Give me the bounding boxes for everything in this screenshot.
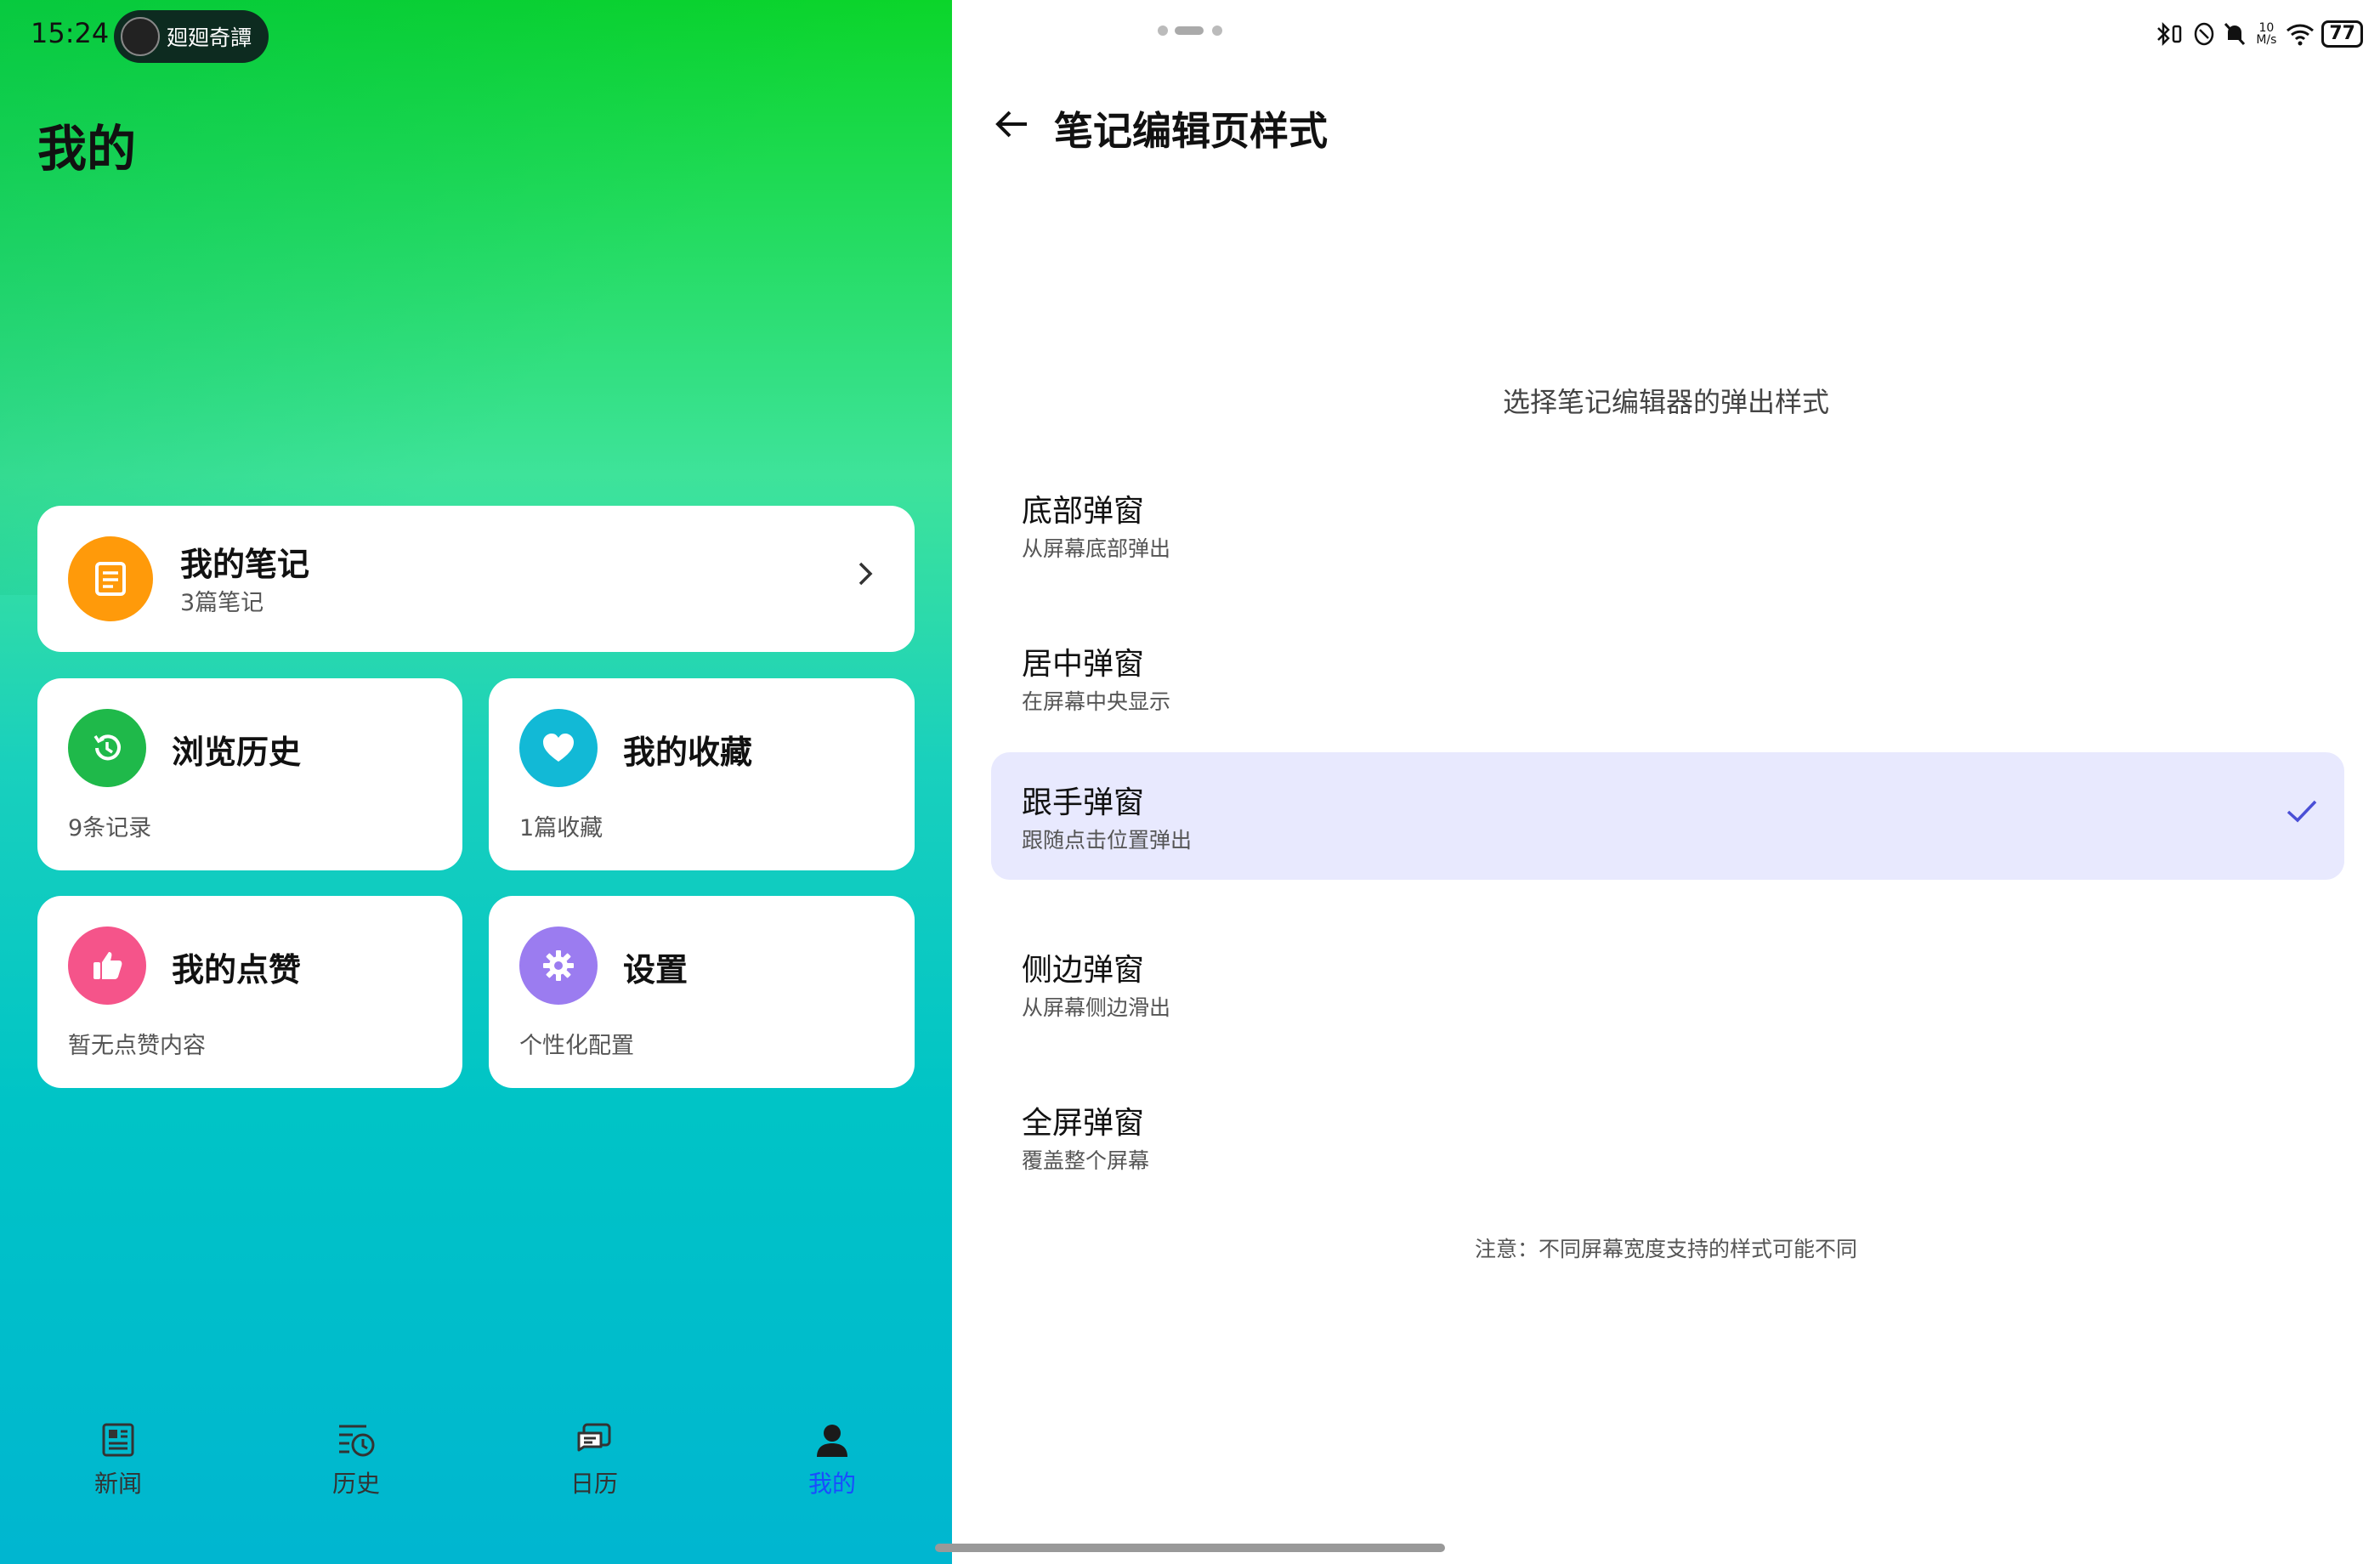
favorites-card[interactable]: 我的收藏 1篇收藏 [489,678,915,870]
card-title: 我的点赞 [172,951,302,989]
option-bottom-popup[interactable]: 底部弹窗 从屏幕底部弹出 [991,459,2344,586]
card-subtitle: 9条记录 [68,815,152,842]
thumbs-up-icon [68,926,146,1005]
option-description: 从屏幕侧边滑出 [1022,995,1171,1020]
my-page-pane: 15:24 廻廻奇譚 我的 我的笔记 3篇笔记 浏览历史 9条记录 我的收藏 1… [0,0,952,1564]
card-title: 我的笔记 [180,546,310,583]
settings-card[interactable]: 设置 个性化配置 [489,896,915,1088]
nav-item-me[interactable]: 我的 [768,1420,896,1499]
card-subtitle: 3篇笔记 [180,590,264,616]
card-title: 浏览历史 [172,734,302,771]
my-notes-card[interactable]: 我的笔记 3篇笔记 [37,506,915,652]
compatibility-note: 注意：不同屏幕宽度支持的样式可能不同 [1474,1237,1857,1261]
card-title: 我的收藏 [623,734,753,771]
option-side-popup[interactable]: 侧边弹窗 从屏幕侧边滑出 [991,918,2344,1046]
card-subtitle: 暂无点赞内容 [68,1033,206,1059]
battery-level: 77 [2321,20,2363,48]
card-subtitle: 个性化配置 [519,1033,634,1059]
option-description: 覆盖整个屏幕 [1022,1148,1150,1173]
section-subtitle: 选择笔记编辑器的弹出样式 [1502,386,1829,418]
note-icon [68,536,153,621]
nfc-icon [2195,22,2214,46]
card-subtitle: 1篇收藏 [519,815,604,842]
nav-label: 历史 [332,1470,380,1498]
option-fullscreen-popup[interactable]: 全屏弹窗 覆盖整个屏幕 [991,1071,2344,1198]
chevron-right-icon [855,558,876,598]
option-description: 从屏幕底部弹出 [1022,536,1171,561]
mute-bell-icon [2224,22,2246,46]
option-follow-popup[interactable]: 跟手弹窗 跟随点击位置弹出 [991,752,2344,880]
nav-item-calendar[interactable]: 日历 [530,1420,658,1499]
heart-icon [519,709,598,787]
likes-card[interactable]: 我的点赞 暂无点赞内容 [37,896,462,1088]
option-center-popup[interactable]: 居中弹窗 在屏幕中央显示 [991,612,2344,740]
editor-style-pane: 10 M/s 77 笔记编辑页样式 选择笔记编辑器的弹出样式 底部弹窗 从屏幕底… [952,0,2380,1564]
nav-item-news[interactable]: 新闻 [54,1420,182,1499]
history-icon [68,709,146,787]
now-playing-text: 廻廻奇譚 [167,26,252,50]
history-card[interactable]: 浏览历史 9条记录 [37,678,462,870]
gear-icon [519,926,598,1005]
wifi-icon [2286,24,2315,46]
option-description: 跟随点击位置弹出 [1022,828,1193,853]
status-icons: 10 M/s 77 [2155,20,2363,48]
bluetooth-icon [2157,21,2182,47]
check-icon [2285,796,2319,829]
page-title: 笔记编辑页样式 [1054,108,1328,154]
nav-item-history[interactable]: 历史 [292,1420,420,1499]
album-art-icon [121,17,160,56]
nav-label: 新闻 [94,1470,142,1498]
network-speed: 10 M/s [2256,21,2277,47]
option-title: 底部弹窗 [1022,494,1145,529]
calendar-chat-icon [530,1420,658,1460]
option-description: 在屏幕中央显示 [1022,689,1171,714]
back-arrow-icon[interactable] [993,107,1030,144]
option-title: 居中弹窗 [1022,647,1145,682]
option-title: 全屏弹窗 [1022,1106,1145,1141]
nav-label: 日历 [570,1470,618,1498]
news-icon [54,1420,182,1460]
history-list-icon [292,1420,420,1460]
nav-label: 我的 [808,1470,856,1498]
now-playing-pill[interactable]: 廻廻奇譚 [114,10,269,63]
option-title: 跟手弹窗 [1022,785,1145,820]
status-time: 15:24 [31,17,110,49]
bottom-nav: 新闻 历史 日历 我的 [0,1420,952,1513]
card-title: 设置 [623,951,688,989]
home-indicator[interactable] [935,1544,1445,1552]
page-title: 我的 [37,120,137,178]
option-title: 侧边弹窗 [1022,953,1145,988]
person-icon [768,1420,896,1460]
window-handle-icon[interactable] [1156,24,1224,40]
